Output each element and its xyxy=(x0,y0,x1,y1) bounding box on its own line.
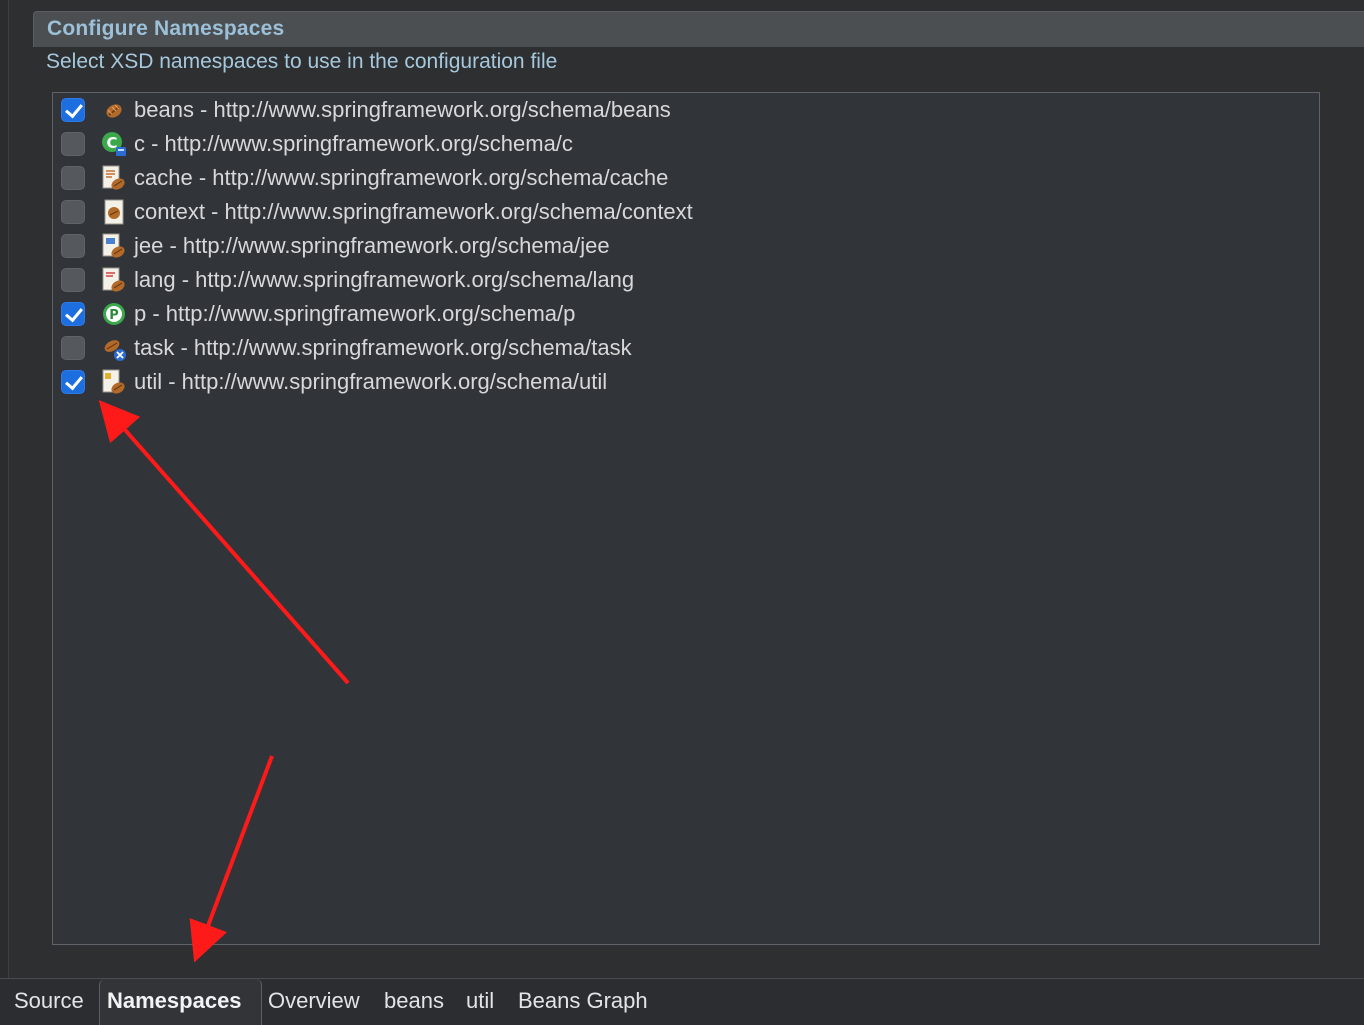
namespace-checkbox-jee[interactable] xyxy=(61,234,85,258)
namespace-label: beans - http://www.springframework.org/s… xyxy=(134,97,671,122)
namespace-label: lang - http://www.springframework.org/sc… xyxy=(134,267,635,292)
section-header: Configure Namespaces xyxy=(33,11,1364,47)
namespace-row-lang[interactable]: lang - http://www.springframework.org/sc… xyxy=(53,263,1313,297)
tab-namespaces[interactable]: Namespaces xyxy=(107,988,242,1014)
namespace-label: jee - http://www.springframework.org/sch… xyxy=(134,233,610,258)
c-namespace-icon: C xyxy=(102,132,126,156)
jee-schema-icon xyxy=(102,233,125,258)
namespace-checkbox-context[interactable] xyxy=(61,200,85,224)
section-description: Select XSD namespaces to use in the conf… xyxy=(46,50,558,73)
namespace-row-task[interactable]: task - http://www.springframework.org/sc… xyxy=(53,331,1313,365)
namespace-checkbox-p[interactable] xyxy=(61,302,85,326)
namespace-checkbox-lang[interactable] xyxy=(61,268,85,292)
tab-beans-graph[interactable]: Beans Graph xyxy=(518,988,648,1014)
namespace-row-jee[interactable]: jee - http://www.springframework.org/sch… xyxy=(53,229,1313,263)
namespace-checkbox-c[interactable] xyxy=(61,132,85,156)
namespace-label: task - http://www.springframework.org/sc… xyxy=(134,335,632,360)
namespace-checkbox-cache[interactable] xyxy=(61,166,85,190)
left-border xyxy=(0,0,9,980)
tab-util[interactable]: util xyxy=(466,988,494,1014)
namespace-label: cache - http://www.springframework.org/s… xyxy=(134,165,669,190)
svg-text:P: P xyxy=(109,308,119,323)
namespace-label: util - http://www.springframework.org/sc… xyxy=(134,369,608,394)
namespace-row-p[interactable]: P p - http://www.springframework.org/sch… xyxy=(53,297,1313,331)
namespace-row-context[interactable]: context - http://www.springframework.org… xyxy=(53,195,1313,229)
svg-text:C: C xyxy=(106,134,117,152)
util-schema-icon xyxy=(102,369,125,394)
editor-frame: Configure Namespaces Select XSD namespac… xyxy=(0,0,1364,1025)
namespace-label: p - http://www.springframework.org/schem… xyxy=(134,301,576,326)
namespace-checkbox-util[interactable] xyxy=(61,370,85,394)
section-title: Configure Namespaces xyxy=(47,17,285,40)
namespace-label: context - http://www.springframework.org… xyxy=(134,199,693,224)
cache-schema-icon xyxy=(102,165,125,190)
tab-overview[interactable]: Overview xyxy=(268,988,360,1014)
namespace-label: c - http://www.springframework.org/schem… xyxy=(134,131,573,156)
namespace-list[interactable]: beans - http://www.springframework.org/s… xyxy=(52,92,1320,945)
namespace-checkbox-task[interactable] xyxy=(61,336,85,360)
bean-icon xyxy=(106,104,122,118)
tab-source[interactable]: Source xyxy=(14,988,84,1014)
context-schema-icon xyxy=(104,199,124,225)
namespace-row-beans[interactable]: beans - http://www.springframework.org/s… xyxy=(53,93,1313,127)
lang-schema-icon xyxy=(102,267,125,292)
namespace-row-c[interactable]: C c - http://www.springframework.org/sch… xyxy=(53,127,1313,161)
tab-beans[interactable]: beans xyxy=(384,988,444,1014)
task-schema-icon xyxy=(104,340,126,361)
namespace-row-cache[interactable]: cache - http://www.springframework.org/s… xyxy=(53,161,1313,195)
namespace-checkbox-beans[interactable] xyxy=(61,98,85,122)
p-namespace-icon: P xyxy=(103,303,125,325)
editor-tab-bar: Source Namespaces Overview beans util Be… xyxy=(0,978,1364,1025)
namespace-row-util[interactable]: util - http://www.springframework.org/sc… xyxy=(53,365,1313,399)
